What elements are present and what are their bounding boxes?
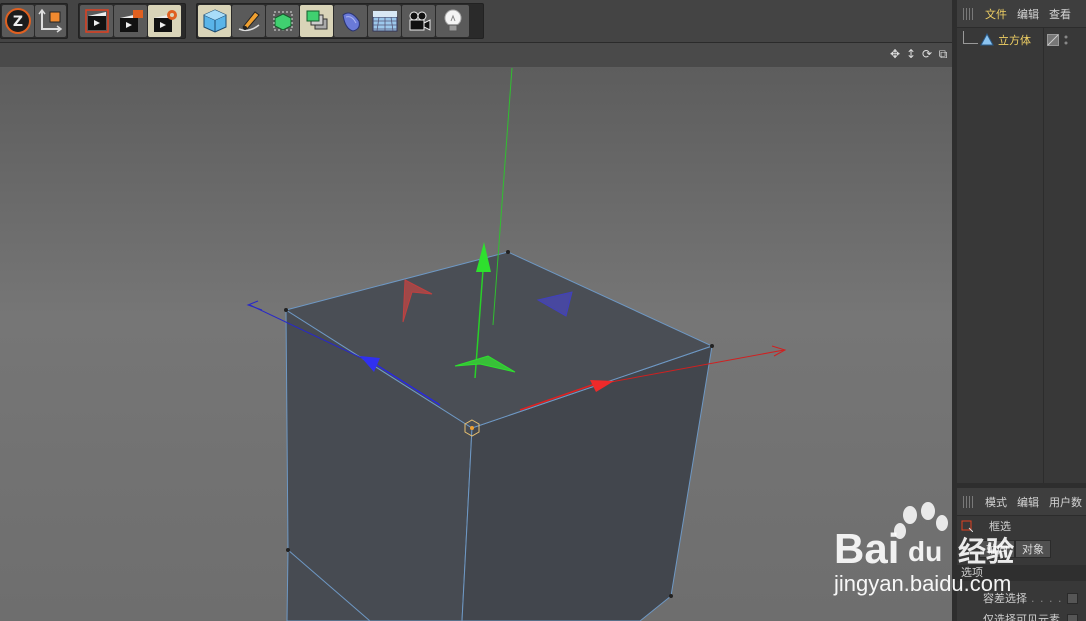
tool-name: 框选: [989, 520, 1011, 533]
array-button[interactable]: [300, 5, 333, 37]
only-visible-checkbox[interactable]: [1067, 614, 1078, 621]
attribute-manager: 模式 编辑 用户数 框选 轴向 对象 选项 容差选择 . . . . . 仅选择…: [957, 488, 1086, 621]
column-separator: [1043, 28, 1044, 483]
option-label: 仅选择可见元素: [983, 613, 1060, 621]
subdivision-icon: [273, 11, 292, 31]
menu-view[interactable]: 查看: [1049, 6, 1071, 22]
light-button[interactable]: [436, 5, 469, 37]
rotate-view-icon[interactable]: ⟳: [920, 47, 934, 61]
cube-vertex[interactable]: [284, 308, 288, 312]
render-settings-button[interactable]: [148, 5, 181, 37]
active-tool: 框选: [961, 518, 1011, 534]
menu-file[interactable]: 文件: [985, 6, 1007, 22]
main-toolbar: Z: [0, 0, 952, 43]
object-manager-menu: 文件 编辑 查看: [957, 0, 1086, 28]
viewport-header: ✥ ↕ ⟳ ⧉: [0, 43, 952, 68]
render-picture-viewer-icon: [119, 10, 143, 32]
tab-axis[interactable]: 轴向: [979, 540, 1015, 558]
undo-z-icon: Z: [4, 8, 31, 34]
object-pivot-center: [470, 426, 474, 430]
cube-button[interactable]: [198, 5, 231, 37]
cube-vertex[interactable]: [506, 250, 510, 254]
object-manager: 文件 编辑 查看 立方体: [957, 0, 1086, 483]
tree-connector: [963, 30, 978, 44]
tab-object[interactable]: 对象: [1015, 540, 1051, 558]
cube-object-icon: [980, 33, 994, 46]
menu-edit[interactable]: 编辑: [1017, 494, 1039, 510]
camera-icon: [409, 11, 430, 31]
box-selection-icon: [961, 520, 973, 532]
menu-edit[interactable]: 编辑: [1017, 6, 1039, 22]
svg-text:Z: Z: [13, 14, 23, 30]
menu-user-data[interactable]: 用户数: [1049, 494, 1082, 510]
coordinate-system-button[interactable]: [34, 5, 66, 37]
layer-icon[interactable]: [1047, 34, 1059, 46]
object-name[interactable]: 立方体: [998, 32, 1031, 48]
cube-icon: [203, 9, 226, 33]
move-view-icon[interactable]: ✥: [888, 47, 902, 61]
toolbar-group-render: [78, 3, 186, 39]
render-view-icon: [84, 9, 109, 33]
option-only-visible[interactable]: 仅选择可见元素: [983, 611, 1060, 621]
cube-vertex[interactable]: [710, 344, 714, 348]
render-settings-icon: [153, 10, 177, 32]
attribute-manager-menu: 模式 编辑 用户数: [957, 488, 1086, 516]
attribute-tabs: 轴向 对象: [979, 540, 1051, 558]
tolerance-select-checkbox[interactable]: [1067, 593, 1078, 604]
z-axis-tip: [246, 300, 263, 311]
cube-vertex[interactable]: [286, 548, 290, 552]
grip-icon[interactable]: [963, 495, 975, 508]
object-tags: [1047, 34, 1069, 46]
section-options: 选项: [957, 565, 1086, 581]
cube-vertex[interactable]: [669, 594, 673, 598]
light-icon: [444, 9, 461, 32]
floor-button[interactable]: [368, 5, 401, 37]
undo-z-button[interactable]: Z: [2, 5, 34, 37]
option-dots: . . . . .: [1031, 591, 1072, 605]
toggle-layout-icon[interactable]: ⧉: [936, 47, 950, 61]
subdivision-button[interactable]: [266, 5, 299, 37]
visibility-dots-icon[interactable]: [1063, 34, 1069, 46]
camera-button[interactable]: [402, 5, 435, 37]
pen-spline-icon: [238, 11, 260, 32]
floor-icon: [372, 11, 397, 32]
3d-viewport[interactable]: [0, 68, 952, 621]
deformer-icon: [341, 12, 360, 32]
pen-spline-button[interactable]: [232, 5, 265, 37]
toolbar-group-edit: Z: [0, 3, 68, 39]
option-label: 容差选择: [983, 592, 1027, 605]
render-view-button[interactable]: [80, 5, 113, 37]
viewport-navigation: ✥ ↕ ⟳ ⧉: [888, 47, 950, 62]
menu-mode[interactable]: 模式: [985, 494, 1007, 510]
toolbar-group-objects: [196, 3, 484, 39]
3d-scene: [246, 68, 787, 621]
render-picture-viewer-button[interactable]: [114, 5, 147, 37]
array-icon: [306, 10, 327, 30]
zoom-view-icon[interactable]: ↕: [904, 47, 918, 61]
option-tolerance-select[interactable]: 容差选择 . . . . .: [983, 590, 1071, 606]
coordinate-axes-icon: [38, 8, 63, 33]
deformer-button[interactable]: [334, 5, 367, 37]
grip-icon[interactable]: [963, 7, 975, 20]
